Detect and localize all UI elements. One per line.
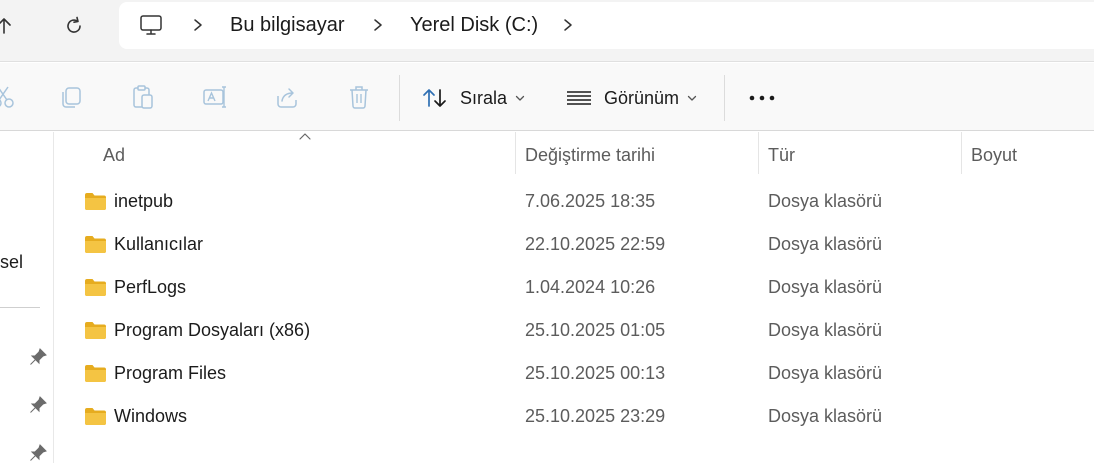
copy-icon: [62, 87, 81, 108]
folder-icon: [85, 322, 106, 339]
navigation-pane: sel: [0, 132, 54, 463]
rename-icon: [203, 86, 226, 108]
this-pc-icon[interactable]: [138, 13, 164, 39]
pin-icon: [30, 348, 47, 365]
file-explorer-window: Bu bilgisayar Yerel Disk (C:) Sırala Gör…: [0, 0, 1094, 463]
sort-icon: [423, 89, 446, 107]
column-header-modified[interactable]: Değiştirme tarihi: [525, 145, 655, 166]
file-list: Ad Değiştirme tarihi Tür Boyut inetpub 7.…: [55, 132, 1094, 463]
nav-divider: [0, 307, 40, 308]
chevron-right-icon[interactable]: [371, 18, 385, 32]
file-name: inetpub: [114, 191, 174, 211]
file-row[interactable]: Program Files 25.10.2025 00:13 Dosya klasö…: [55, 353, 1094, 396]
file-type: Dosya klasörü: [768, 277, 883, 297]
cut-button[interactable]: [0, 82, 18, 112]
sort-label: Sırala: [460, 87, 508, 108]
copy-button[interactable]: [56, 82, 86, 112]
column-resize-handle[interactable]: [961, 132, 962, 174]
column-header-size[interactable]: Boyut: [971, 145, 1017, 166]
folder-icon: [85, 279, 106, 296]
folder-icon: [85, 365, 106, 382]
arrow-up-icon: [0, 18, 11, 34]
file-modified: 25.10.2025 23:29: [525, 406, 666, 426]
address-bar[interactable]: Bu bilgisayar Yerel Disk (C:): [119, 2, 1094, 49]
view-label: Görünüm: [604, 87, 680, 108]
file-name: PerfLogs: [114, 277, 187, 297]
column-header-name[interactable]: Ad: [103, 145, 125, 166]
pin-icon: [30, 444, 47, 461]
chevron-right-icon[interactable]: [561, 18, 575, 32]
chevron-right-icon[interactable]: [191, 18, 205, 32]
folder-icon: [85, 193, 106, 210]
file-type: Dosya klasörü: [768, 363, 883, 383]
toolbar-separator: [399, 75, 400, 121]
rename-button[interactable]: [200, 82, 230, 112]
share-button[interactable]: [272, 82, 302, 112]
file-type: Dosya klasörü: [768, 234, 883, 254]
file-row[interactable]: Windows 25.10.2025 23:29 Dosya klasörü: [55, 396, 1094, 439]
up-button[interactable]: [0, 8, 22, 44]
chevron-down-icon: [687, 95, 697, 101]
toolbar-separator: [724, 75, 725, 121]
folder-icon: [85, 236, 106, 253]
sort-button[interactable]: Sırala: [422, 81, 525, 115]
column-resize-handle[interactable]: [515, 132, 516, 174]
column-resize-handle[interactable]: [758, 132, 759, 174]
trash-icon: [350, 86, 368, 109]
view-button[interactable]: Görünüm: [566, 81, 697, 115]
more-options-button[interactable]: [748, 81, 776, 115]
refresh-button[interactable]: [56, 8, 92, 44]
refresh-icon: [67, 16, 81, 33]
address-bar-area: Bu bilgisayar Yerel Disk (C:): [0, 0, 1094, 62]
pin-icon: [30, 396, 47, 413]
file-modified: 22.10.2025 22:59: [525, 234, 666, 254]
more-options-icon: [749, 95, 775, 101]
breadcrumb-local-disk[interactable]: Yerel Disk (C:): [410, 14, 538, 37]
delete-button[interactable]: [344, 82, 374, 112]
file-modified: 7.06.2025 18:35: [525, 191, 656, 211]
share-icon: [277, 88, 297, 108]
file-name: Windows: [114, 406, 188, 426]
file-modified: 25.10.2025 01:05: [525, 320, 666, 340]
nav-item-label[interactable]: sel: [0, 252, 23, 273]
file-modified: 1.04.2024 10:26: [525, 277, 656, 297]
folder-icon: [85, 408, 106, 425]
file-type: Dosya klasörü: [768, 320, 883, 340]
sort-ascending-icon: [299, 133, 311, 140]
chevron-down-icon: [515, 95, 525, 101]
paste-icon: [133, 85, 153, 109]
file-row[interactable]: Program Dosyaları (x86) 25.10.2025 01:05 D…: [55, 310, 1094, 353]
file-name: Program Dosyaları (x86): [114, 320, 311, 340]
view-list-icon: [567, 91, 591, 105]
paste-button[interactable]: [128, 82, 158, 112]
file-modified: 25.10.2025 00:13: [525, 363, 666, 383]
file-row[interactable]: inetpub 7.06.2025 18:35 Dosya klasörü: [55, 181, 1094, 224]
column-header-type[interactable]: Tür: [768, 145, 795, 166]
file-type: Dosya klasörü: [768, 406, 883, 426]
command-bar: Sırala Görünüm: [0, 63, 1094, 131]
file-name: Kullanıcılar: [114, 234, 204, 254]
cut-icon: [0, 86, 14, 108]
file-row[interactable]: PerfLogs 1.04.2024 10:26 Dosya klasörü: [55, 267, 1094, 310]
breadcrumb-this-pc[interactable]: Bu bilgisayar: [230, 14, 345, 37]
file-type: Dosya klasörü: [768, 191, 883, 211]
file-name: Program Files: [114, 363, 227, 383]
file-row[interactable]: Kullanıcılar 22.10.2025 22:59 Dosya klasör…: [55, 224, 1094, 267]
